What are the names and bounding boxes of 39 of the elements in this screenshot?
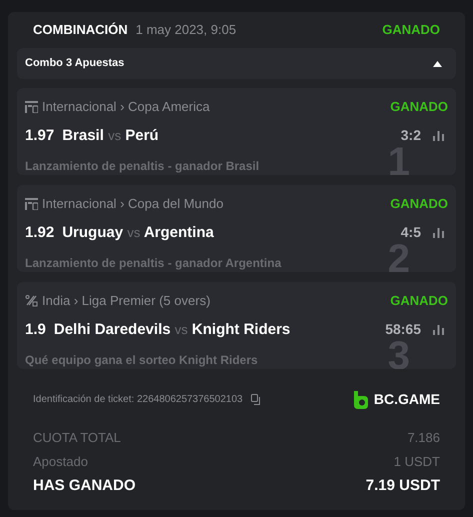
stats-icon[interactable]: [433, 130, 444, 141]
market-text: Lanzamiento de penaltis - ganador Argentina: [25, 256, 282, 270]
total-value: 7.186: [407, 429, 440, 447]
odds-value: 1.92: [25, 222, 54, 242]
odds-value: 1.97: [25, 126, 54, 146]
caret-icon: [433, 60, 442, 66]
league-path: Internacional › Copa del Mundo: [42, 195, 224, 213]
brand-name: BC.GAME: [374, 390, 440, 409]
total-value: 1 USDT: [394, 452, 440, 470]
match-title: Delhi Daredevils vs Knight Riders: [54, 320, 290, 340]
cricket-icon: [25, 294, 38, 308]
match-title: Brasil vs Perú: [62, 126, 159, 146]
match-score: 4:5: [400, 223, 421, 242]
ticket-id: Identificación de ticket: 2264806257376502103: [33, 393, 243, 407]
odds-value: 1.9: [25, 320, 46, 340]
stats-icon[interactable]: [433, 228, 444, 238]
status-label: GANADO: [390, 195, 448, 213]
match-score: 3:2: [400, 126, 421, 146]
copy-icon[interactable]: [250, 394, 262, 405]
total-value: 7.19 USDT: [366, 476, 440, 496]
league-path: India › Liga Premier (5 overs): [42, 292, 210, 310]
market-text: Lanzamiento de penaltis - ganador Brasil: [25, 159, 260, 173]
status-label: GANADO: [390, 292, 448, 310]
bet-type: COMBINACIÓN: [33, 21, 128, 40]
bet-date: 1 may 2023, 9:05: [136, 21, 236, 40]
total-label: HAS GANADO: [33, 476, 136, 496]
fifa-icon: [25, 198, 38, 210]
match-title: Uruguay vs Argentina: [62, 222, 214, 242]
market-text: Qué equipo gana el sorteo Knight Riders: [25, 353, 258, 367]
fifa-icon: [25, 100, 38, 113]
total-label: CUOTA TOTAL: [33, 429, 121, 447]
status-label: GANADO: [382, 21, 440, 40]
brand-logo-icon: [354, 390, 368, 408]
total-label: Apostado: [33, 452, 88, 471]
status-label: GANADO: [390, 98, 448, 116]
stats-icon[interactable]: [433, 324, 444, 335]
league-path: Internacional › Copa America: [42, 98, 210, 116]
combo-toggle[interactable]: Combo 3 Apuestas: [17, 48, 456, 79]
match-score: 58:65: [385, 320, 421, 340]
